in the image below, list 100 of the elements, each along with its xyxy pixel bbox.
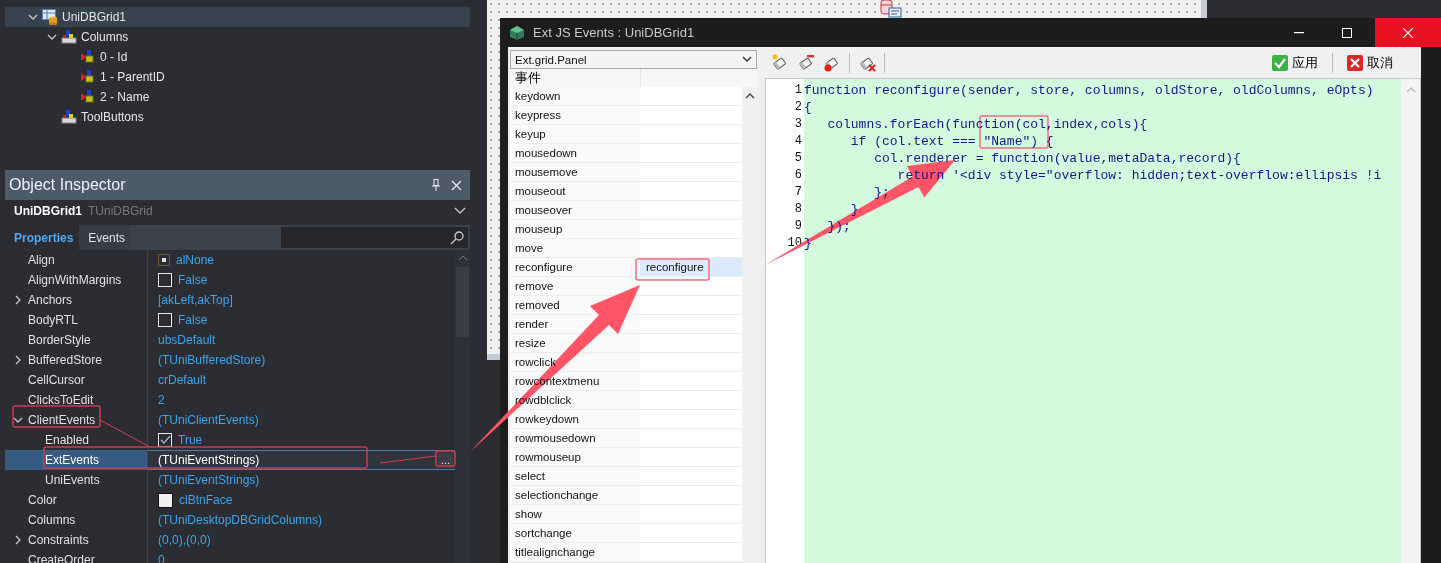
property-name[interactable]: ClicksToEdit (28, 393, 94, 407)
property-name[interactable]: Anchors (28, 293, 73, 307)
caret-icon[interactable] (28, 12, 38, 22)
caret-icon[interactable] (13, 295, 23, 305)
code-line: }; (873, 185, 890, 200)
tree-item-label[interactable]: 1 - ParentID (100, 70, 165, 84)
property-value[interactable]: (TUniClientEvents) (158, 413, 259, 427)
minimize-icon (1294, 31, 1304, 34)
property-name[interactable]: ClientEvents (28, 413, 96, 427)
event-cell[interactable]: show (510, 505, 640, 523)
event-cell[interactable]: rowmouseup (510, 448, 640, 466)
cancel-button[interactable]: 取消 (1341, 54, 1399, 72)
line-number: 1 (794, 83, 802, 97)
tree-item-highlight[interactable]: UniDBGrid1 (5, 7, 470, 27)
property-name[interactable]: Color (28, 493, 57, 507)
scrollbar[interactable] (455, 250, 470, 563)
caret-icon[interactable] (13, 355, 23, 365)
apply-button[interactable]: 应用 (1266, 54, 1324, 72)
line-number: 3 (794, 117, 802, 131)
property-value[interactable]: False (178, 313, 208, 327)
property-name[interactable]: CellCursor (28, 373, 85, 387)
line-number: 6 (794, 168, 802, 182)
event-cell[interactable]: mousedown (510, 144, 640, 162)
checkbox[interactable] (158, 313, 172, 327)
property-value[interactable]: ubsDefault (158, 333, 216, 347)
tab[interactable]: Events (79, 225, 132, 250)
close-icon[interactable] (451, 179, 462, 191)
property-name[interactable]: UniEvents (45, 473, 100, 487)
property-name[interactable]: ExtEvents (45, 453, 100, 467)
handler-cell[interactable] (640, 87, 742, 105)
property-name[interactable]: Enabled (45, 433, 90, 447)
event-cell[interactable]: mouseup (510, 220, 640, 238)
handler-cell[interactable]: reconfigure (640, 258, 742, 276)
event-cell[interactable]: keydown (510, 87, 640, 105)
maximize-icon (1342, 27, 1352, 38)
property-name[interactable]: Constraints (28, 533, 89, 547)
code-line: }); (826, 219, 851, 234)
property-value[interactable]: [akLeft,akTop] (158, 293, 233, 307)
event-cell[interactable]: selectionchange (510, 486, 640, 504)
event-cell[interactable]: titlealignchange (510, 543, 640, 561)
property-value[interactable]: alNone (176, 253, 215, 267)
caret-icon[interactable] (13, 415, 23, 425)
chevron-down-icon[interactable] (454, 207, 466, 215)
property-value[interactable]: False (178, 273, 208, 287)
event-cell[interactable]: mousemove (510, 163, 640, 181)
property-name[interactable]: Columns (28, 513, 76, 527)
event-cell[interactable]: mouseover (510, 201, 640, 219)
property-value[interactable]: clBtnFace (179, 493, 233, 507)
line-number: 5 (794, 151, 802, 165)
property-value[interactable]: (TUniEventStrings) (158, 453, 260, 467)
caret-icon[interactable] (13, 535, 23, 545)
property-name[interactable]: Align (28, 253, 55, 267)
component-icon (61, 29, 77, 45)
property-name[interactable]: AlignWithMargins (28, 273, 122, 287)
property-value[interactable]: True (178, 433, 203, 447)
code-editor[interactable] (765, 78, 1421, 563)
property-name[interactable]: BufferedStore (28, 353, 102, 367)
event-cell[interactable]: reconfigure (510, 258, 640, 276)
event-cell[interactable]: move (510, 239, 640, 257)
event-cell[interactable]: keyup (510, 125, 640, 143)
event-cell[interactable]: sortchange (510, 524, 640, 542)
property-name[interactable]: BodyRTL (28, 313, 78, 327)
event-cell[interactable]: select (510, 467, 640, 485)
tree-item-label[interactable]: Columns (81, 30, 129, 44)
pin-icon[interactable] (431, 179, 441, 191)
property-value[interactable]: 2 (158, 393, 165, 407)
handler-cell[interactable] (640, 277, 742, 295)
scrollbar[interactable] (1401, 79, 1420, 563)
property-value[interactable]: (TUniDesktopDBGridColumns) (158, 513, 323, 527)
code-line: { (804, 100, 812, 115)
event-cell[interactable]: mouseout (510, 182, 640, 200)
event-cell[interactable]: rowkeydown (510, 410, 640, 428)
checkbox[interactable] (158, 433, 172, 447)
scroll-up-icon[interactable] (744, 93, 755, 99)
window-title: Ext JS Events : UniDBGrid1 (533, 25, 696, 40)
table-icon (42, 9, 58, 25)
caret-icon[interactable] (47, 32, 57, 42)
property-value[interactable]: (TUniBufferedStore) (158, 353, 266, 367)
tree-item-label[interactable]: 0 - Id (100, 50, 128, 64)
tree-item-label[interactable]: 2 - Name (100, 90, 150, 104)
tab[interactable]: Properties (5, 225, 80, 250)
selected-row-highlight[interactable]: ExtEvents (5, 450, 148, 470)
handler-cell[interactable] (640, 239, 742, 257)
search-field[interactable] (281, 227, 468, 248)
class-dropdown[interactable]: Ext.grid.Panel (510, 50, 757, 69)
property-value[interactable]: crDefault (158, 373, 207, 387)
tree-item-label[interactable]: ToolButtons (81, 110, 144, 124)
close-button[interactable] (1375, 18, 1441, 47)
property-value[interactable]: (TUniEventStrings) (158, 473, 260, 487)
property-value[interactable]: (0,0),(0,0) (158, 533, 211, 547)
checkbox[interactable] (158, 273, 172, 287)
property-name[interactable]: BorderStyle (28, 333, 91, 347)
component-icon (61, 109, 77, 125)
event-cell[interactable]: keypress (510, 106, 640, 124)
component-name: UniDBGrid1 (14, 204, 82, 218)
event-cell[interactable]: remove (510, 277, 640, 295)
cube-icon (509, 24, 525, 41)
tree-item-label[interactable]: UniDBGrid1 (62, 10, 127, 24)
event-cell[interactable]: rowclick (510, 353, 640, 371)
event-cell[interactable]: rowmousedown (510, 429, 640, 447)
